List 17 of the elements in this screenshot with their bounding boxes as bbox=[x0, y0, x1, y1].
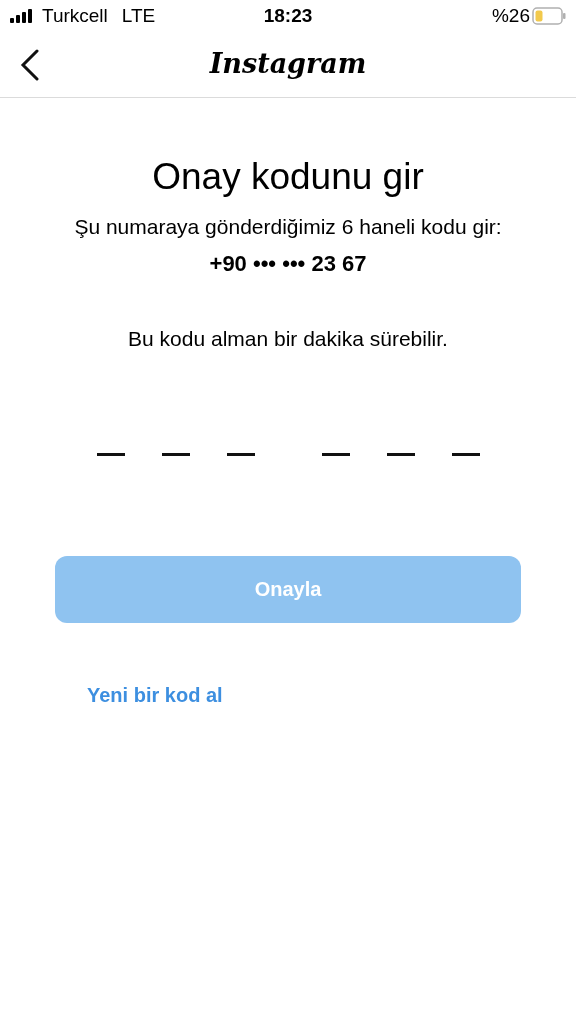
network-type: LTE bbox=[121, 3, 156, 28]
clock-time: 18:23 bbox=[263, 3, 313, 28]
battery-icon bbox=[532, 7, 566, 25]
carrier-name: Turkcell bbox=[42, 3, 108, 28]
instagram-logo: Instagram bbox=[209, 47, 367, 82]
battery-percent: %26 bbox=[491, 3, 530, 28]
code-digit-field[interactable] bbox=[96, 452, 125, 456]
wait-note: Bu kodu alman bir dakika sürebilir. bbox=[128, 326, 448, 352]
resend-code-link[interactable]: Yeni bir kod al bbox=[87, 679, 576, 710]
code-digit-field[interactable] bbox=[451, 452, 480, 456]
code-digit-field[interactable] bbox=[386, 452, 415, 456]
code-digit-field[interactable] bbox=[161, 452, 190, 456]
page-title: Onay kodunu gir bbox=[152, 155, 424, 199]
phone-number: +90 ••• ••• 23 67 bbox=[209, 250, 367, 278]
description-text: Şu numaraya gönderdiğimiz 6 haneli kodu gir: bbox=[73, 215, 503, 239]
code-digit-field[interactable] bbox=[321, 452, 350, 456]
code-digit-field[interactable] bbox=[226, 452, 255, 456]
